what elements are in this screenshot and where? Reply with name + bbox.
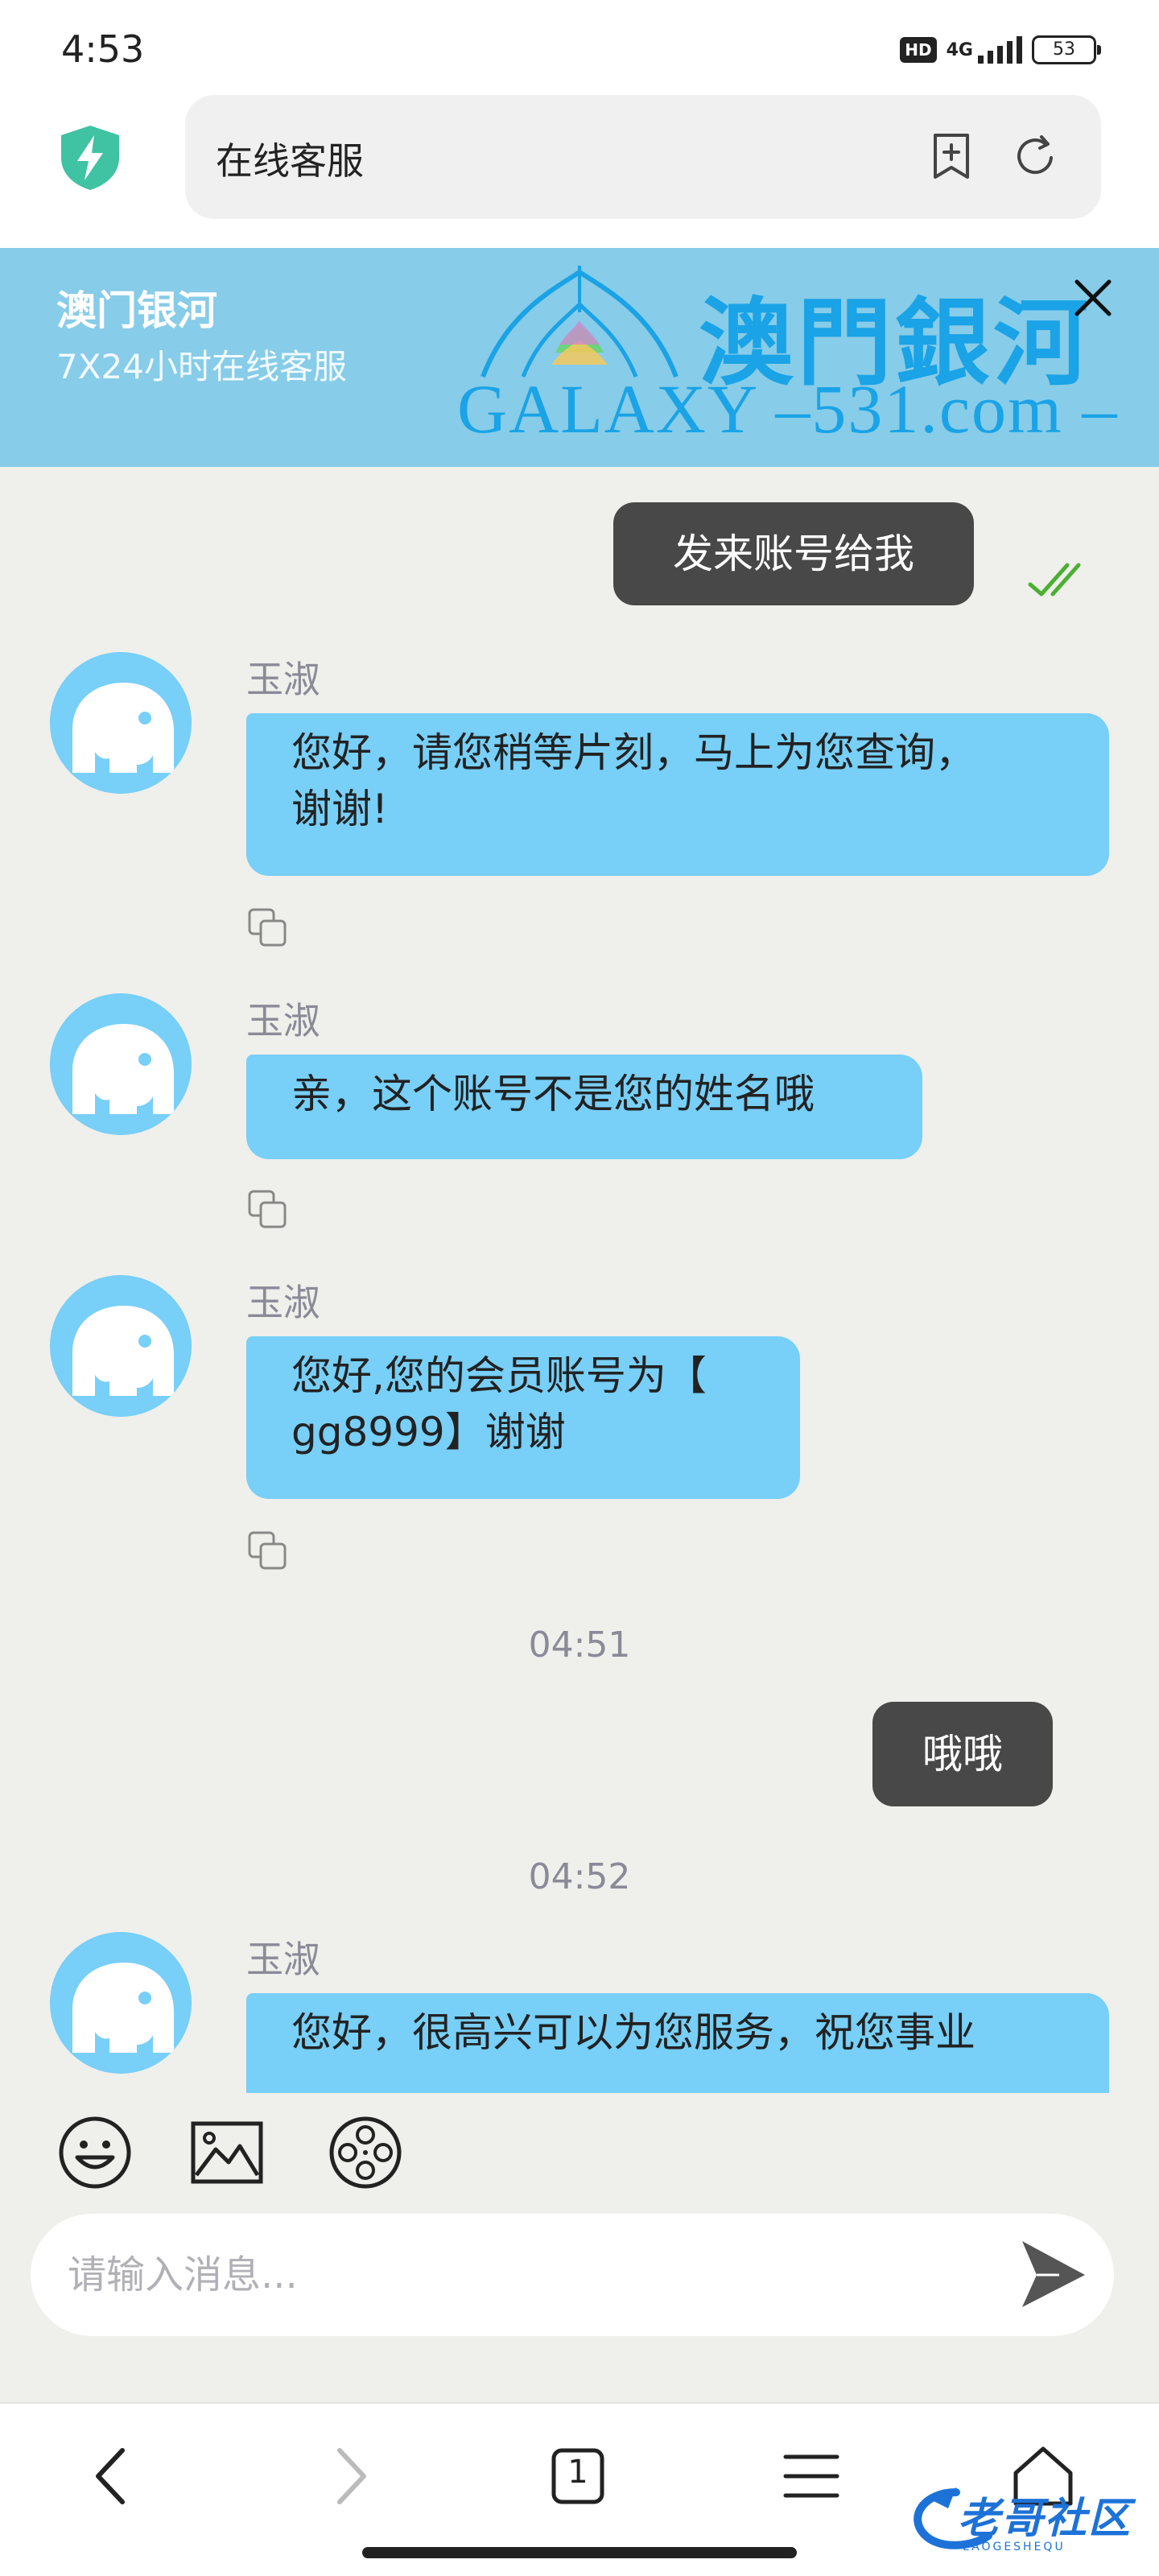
elephant-icon — [50, 1275, 192, 1417]
status-time: 4:53 — [61, 27, 145, 71]
close-icon[interactable] — [1069, 274, 1117, 322]
watermark-subtext: LAOGESHEQU — [963, 2541, 1066, 2553]
signal-icon — [978, 36, 1022, 64]
composer-toolbar — [0, 2093, 1159, 2198]
chat-subtitle: 7X24小时在线客服 — [56, 347, 347, 386]
hd-badge: HD — [900, 37, 937, 63]
incoming-message[interactable]: 您好,您的会员账号为【 gg8999】谢谢 — [246, 1336, 800, 1499]
agent-avatar — [50, 1275, 192, 1417]
watermark-text: 老哥社区 — [958, 2495, 1132, 2543]
incoming-message[interactable]: 您好，请您稍等片刻，马上为您查询， 谢谢! — [246, 713, 1109, 876]
chat-title: 澳门银河 — [56, 287, 217, 334]
message-text: 发来账号给我 — [673, 530, 914, 577]
send-icon[interactable] — [1011, 2233, 1091, 2314]
video-reel-icon[interactable] — [325, 2112, 406, 2193]
forward-icon[interactable] — [309, 2436, 390, 2516]
copy-icon[interactable] — [246, 1530, 288, 1571]
incoming-message[interactable]: 亲，这个账号不是您的姓名哦 — [246, 1055, 922, 1159]
tabs-button[interactable]: 1 — [538, 2436, 618, 2516]
copy-icon[interactable] — [246, 1188, 288, 1230]
timestamp: 04:51 — [528, 1624, 631, 1666]
tab-count: 1 — [567, 2454, 588, 2491]
copy-icon[interactable] — [246, 906, 288, 948]
battery-level: 53 — [1053, 39, 1075, 60]
image-icon[interactable] — [187, 2112, 267, 2193]
refresh-icon[interactable] — [1009, 130, 1061, 182]
status-icons: HD 4G 53 — [900, 31, 1101, 69]
browser-toolbar: 在线客服 — [0, 95, 1159, 248]
browser-bottom-nav: 1 老哥社区 LAOGESHEQU — [0, 2402, 1159, 2576]
message-text: 哦哦 — [922, 1731, 1003, 1777]
incoming-message[interactable]: 您好，很高兴可以为您服务，祝您事业 — [246, 1993, 1109, 2093]
outgoing-message[interactable]: 发来账号给我 — [613, 502, 974, 605]
message-line: 您好，请您稍等片刻，马上为您查询， — [291, 729, 975, 776]
message-line: gg8999】谢谢 — [291, 1409, 566, 1455]
network-type: 4G — [946, 39, 973, 60]
elephant-icon — [50, 1932, 192, 2074]
message-line: 您好，很高兴可以为您服务，祝您事业 — [291, 2009, 975, 2056]
message-line: 亲，这个账号不是您的姓名哦 — [291, 1071, 815, 1117]
timestamp: 04:52 — [528, 1856, 631, 1897]
sender-name: 玉淑 — [246, 658, 320, 701]
add-bookmark-icon[interactable] — [926, 130, 977, 182]
agent-avatar — [50, 652, 192, 794]
message-line: 您好,您的会员账号为【 — [291, 1352, 707, 1399]
logo-text-en: GALAXY –531.com – — [457, 370, 1119, 448]
message-input[interactable] — [68, 2243, 953, 2307]
menu-icon[interactable] — [771, 2436, 852, 2516]
chat-header: 澳门银河 7X24小时在线客服 澳門銀河 GALAXY –531.com – — [0, 248, 1159, 467]
emoji-icon[interactable] — [55, 2112, 135, 2193]
sender-name: 玉淑 — [246, 1281, 320, 1324]
status-bar: 4:53 HD 4G 53 — [0, 0, 1159, 95]
back-icon[interactable] — [72, 2436, 153, 2516]
agent-avatar — [50, 1932, 192, 2074]
page-title: 在线客服 — [216, 139, 364, 183]
message-line: 谢谢! — [291, 786, 389, 832]
elephant-icon — [50, 993, 192, 1135]
chat-messages: 发来账号给我 玉淑 您好，请您稍等片刻，马上为您查询， 谢谢! 玉淑 亲，这个账… — [0, 467, 1159, 2093]
shield-bolt-icon[interactable] — [58, 124, 122, 192]
address-bar[interactable]: 在线客服 — [185, 95, 1101, 219]
galaxy-logo-icon — [481, 266, 678, 378]
message-input-box[interactable] — [31, 2214, 1114, 2336]
elephant-icon — [50, 652, 192, 794]
agent-avatar — [50, 993, 192, 1135]
sender-name: 玉淑 — [246, 999, 320, 1042]
home-indicator[interactable] — [362, 2547, 797, 2558]
read-check-icon — [1028, 563, 1081, 597]
outgoing-message[interactable]: 哦哦 — [872, 1702, 1053, 1806]
sender-name: 玉淑 — [246, 1938, 320, 1981]
battery-icon: 53 — [1032, 35, 1101, 64]
